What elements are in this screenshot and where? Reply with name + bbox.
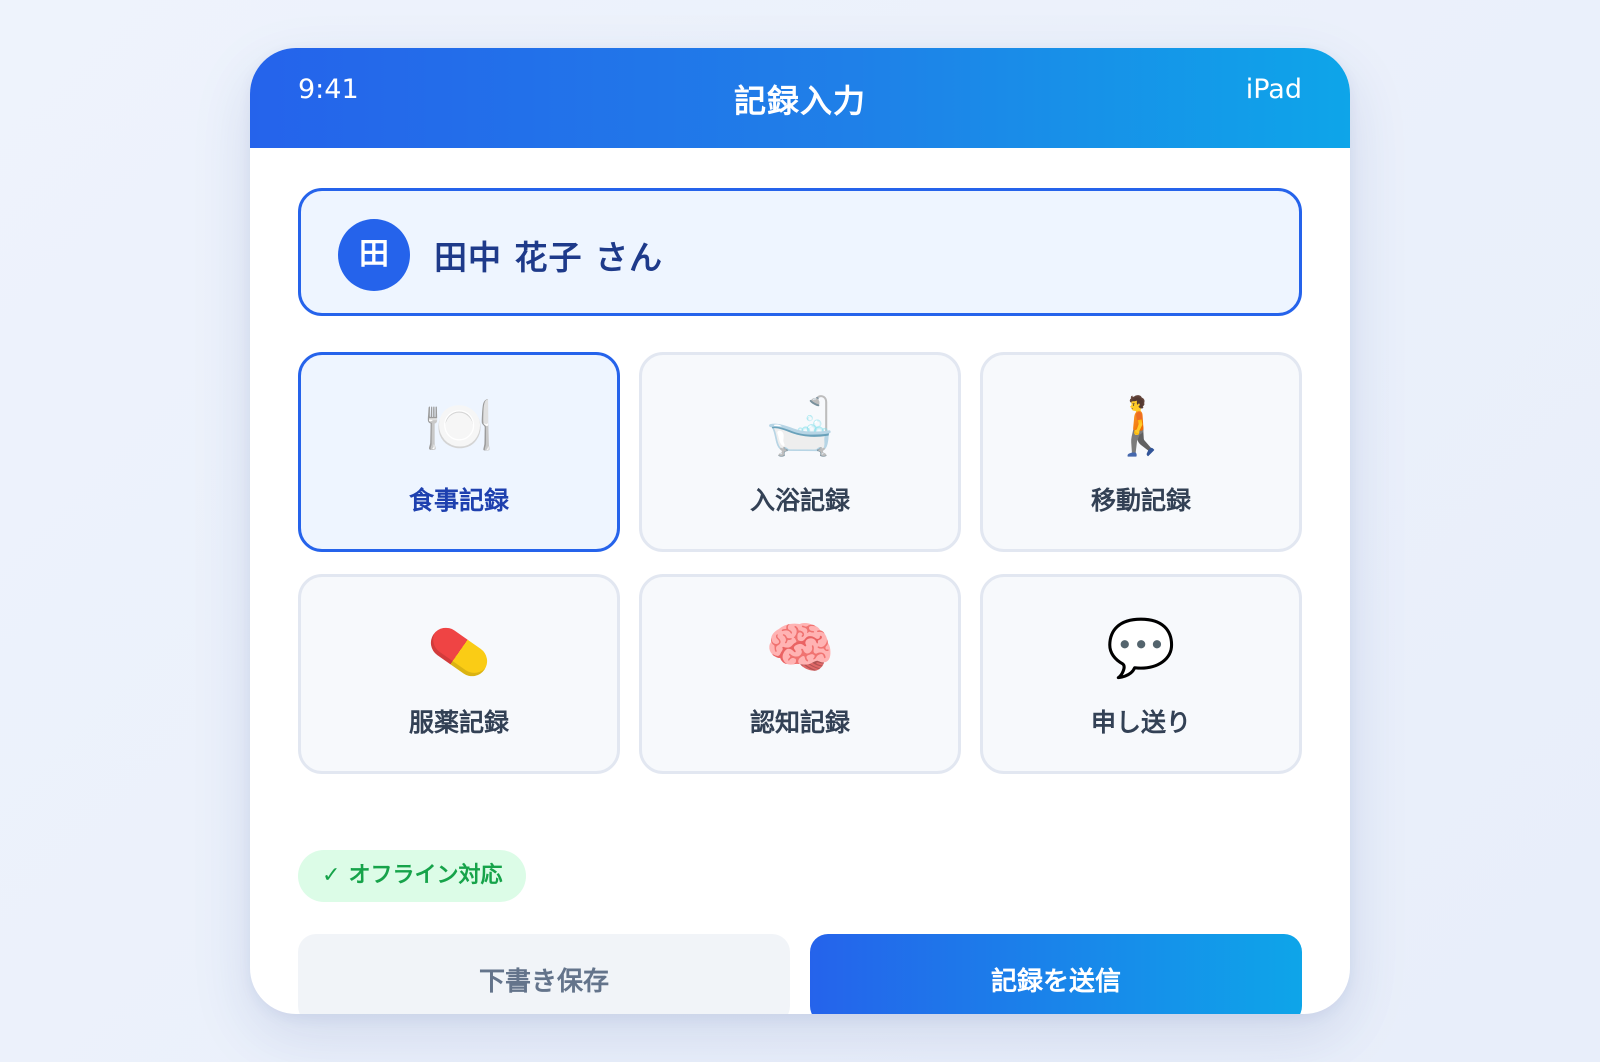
ipad-frame: 9:41 記録入力 iPad 田 田中 花子 さん 🍽️ 食事記録 🛁 入浴記録… <box>250 48 1350 1014</box>
category-card-mobility[interactable]: 🚶 移動記録 <box>980 352 1302 552</box>
patient-card[interactable]: 田 田中 花子 さん <box>298 188 1302 316</box>
bath-icon: 🛁 <box>765 394 835 459</box>
avatar: 田 <box>338 219 410 291</box>
category-card-cognition[interactable]: 🧠 認知記録 <box>639 574 961 774</box>
category-card-handover[interactable]: 💬 申し送り <box>980 574 1302 774</box>
check-icon: ✓ <box>322 863 341 888</box>
meal-icon: 🍽️ <box>424 394 494 459</box>
offline-status-badge: ✓ オフライン対応 <box>298 850 527 902</box>
category-card-meal[interactable]: 🍽️ 食事記録 <box>298 352 620 552</box>
category-label: 申し送り <box>1090 708 1191 737</box>
main-content: 田 田中 花子 さん 🍽️ 食事記録 🛁 入浴記録 🚶 移動記録 服薬記録 🧠 <box>298 188 1302 1014</box>
page-title: 記録入力 <box>733 82 866 120</box>
category-label: 入浴記録 <box>749 486 850 515</box>
patient-name: 田中 花子 さん <box>434 238 663 277</box>
save-draft-button[interactable]: 下書き保存 <box>298 934 790 1014</box>
brain-icon: 🧠 <box>765 616 835 681</box>
category-label: 食事記録 <box>408 486 509 515</box>
category-card-medication[interactable]: 服薬記録 <box>298 574 620 774</box>
category-label: 服薬記録 <box>408 708 509 737</box>
pill-icon <box>301 615 617 683</box>
category-label: 移動記録 <box>1090 486 1191 515</box>
category-card-bath[interactable]: 🛁 入浴記録 <box>639 352 961 552</box>
speech-bubble-icon: 💬 <box>1106 616 1176 681</box>
category-label: 認知記録 <box>749 708 850 737</box>
device-label: iPad <box>1245 74 1302 105</box>
submit-record-button[interactable]: 記録を送信 <box>810 934 1302 1014</box>
offline-label: オフライン対応 <box>348 863 503 888</box>
app-header: 9:41 記録入力 iPad <box>250 48 1350 148</box>
walking-person-icon: 🚶 <box>1106 394 1176 459</box>
